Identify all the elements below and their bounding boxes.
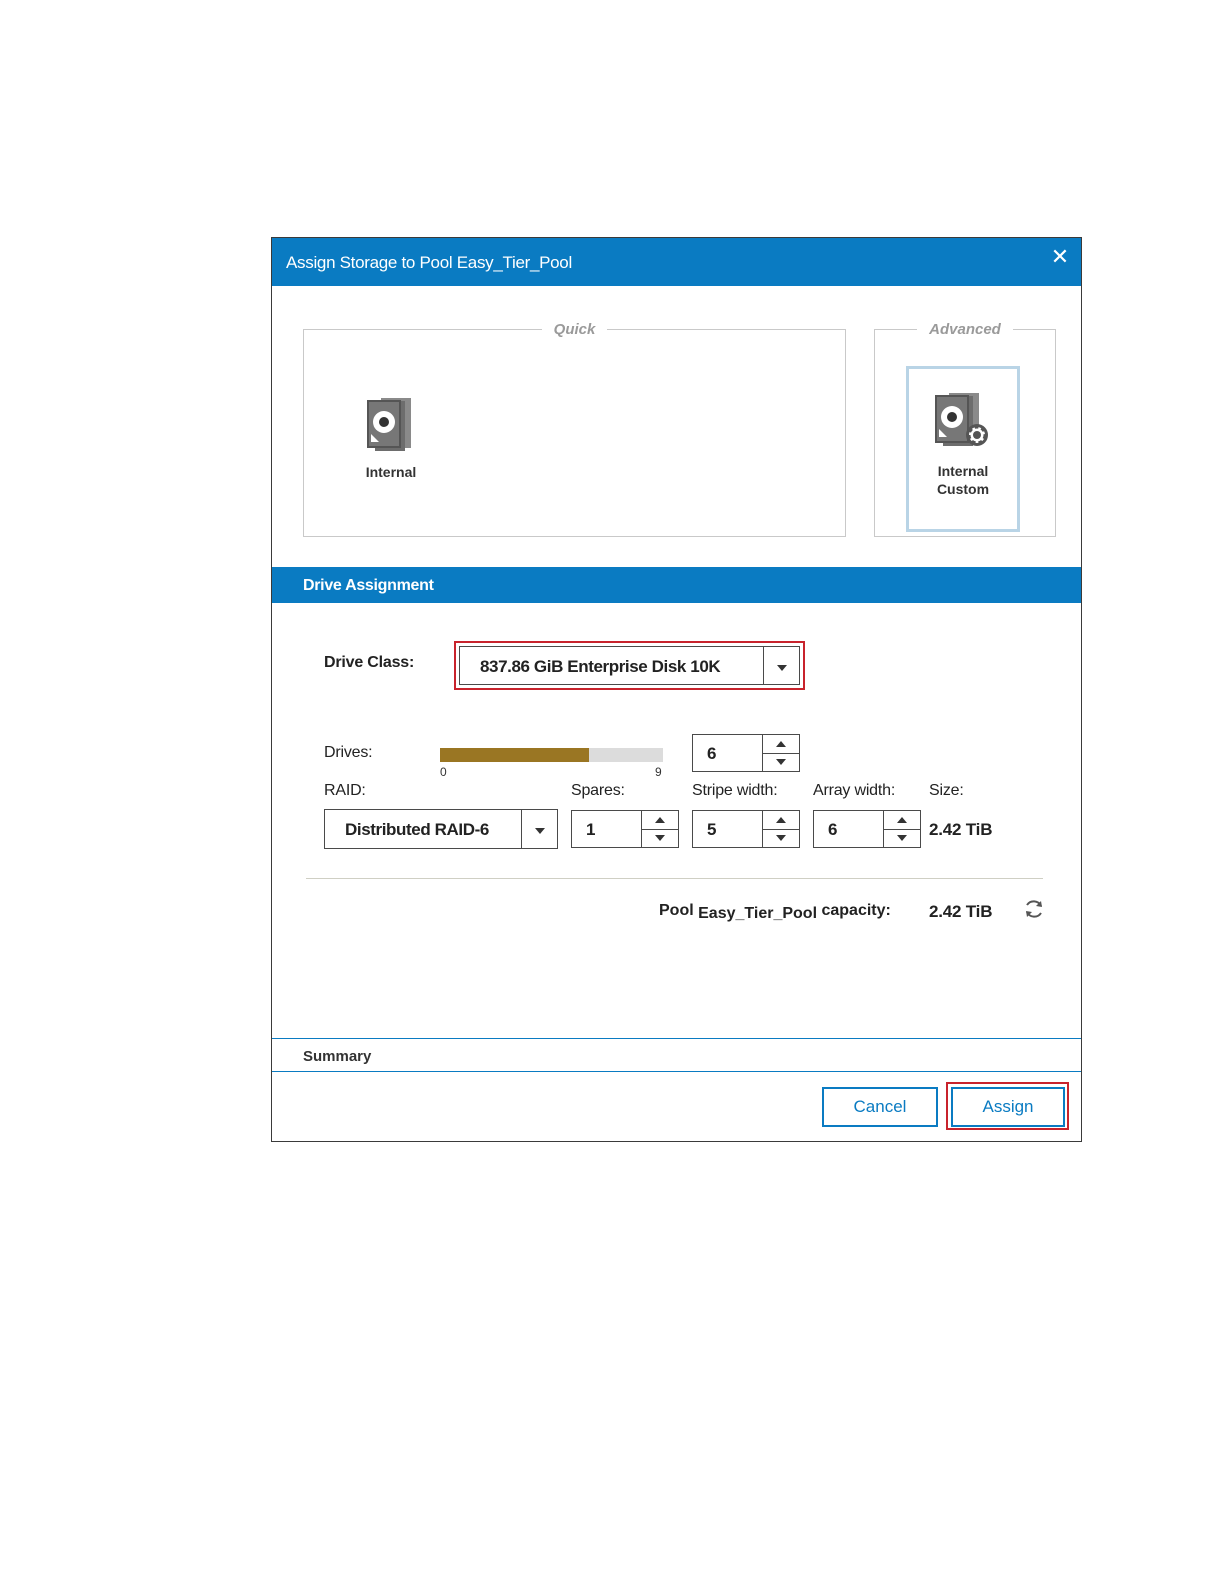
array-width-stepper[interactable]: 6 [813,810,921,848]
assign-storage-dialog: Assign Storage to Pool Easy_Tier_Pool ✕ … [271,237,1082,1142]
size-value: 2.42 TiB [929,820,993,839]
capacity-label-pre: Pool [659,902,694,919]
increment-icon[interactable] [642,811,678,830]
summary-bar[interactable]: Summary [272,1038,1081,1072]
custom-label-line1: Internal [937,463,989,479]
internal-label: Internal [365,464,417,480]
assign-button[interactable]: Assign [951,1087,1065,1127]
stripe-width-stepper-buttons [762,811,799,847]
array-width-value: 6 [828,820,838,839]
decrement-icon[interactable] [763,753,799,771]
close-icon[interactable]: ✕ [1049,246,1071,268]
drive-class-value: 837.86 GiB Enterprise Disk 10K [480,657,721,676]
drive-class-select[interactable]: 837.86 GiB Enterprise Disk 10K [459,646,800,685]
stripe-width-label: Stripe width: [692,782,778,799]
chevron-down-icon[interactable] [521,810,557,848]
drives-stepper[interactable]: 6 [692,734,800,772]
drives-slider-fill [440,748,590,762]
stripe-width-value: 5 [707,820,717,839]
drive-assignment-title: Drive Assignment [303,577,434,594]
decrement-icon[interactable] [642,829,678,847]
spares-value: 1 [586,820,596,839]
spares-stepper-buttons [641,811,678,847]
increment-icon[interactable] [763,735,799,754]
drive-assignment-header: Drive Assignment [272,567,1081,603]
drive-class-label: Drive Class: [324,654,415,671]
raid-select[interactable]: Distributed RAID-6 [324,809,558,849]
raid-value: Distributed RAID-6 [345,820,489,839]
increment-icon[interactable] [763,811,799,830]
array-width-stepper-buttons [883,811,920,847]
array-width-label: Array width: [813,782,896,799]
drives-label: Drives: [324,744,373,761]
advanced-legend: Advanced [929,321,1001,338]
size-label: Size: [929,782,964,799]
pool-capacity-value: 2.42 TiB [929,902,993,921]
capacity-pool-name: Easy_Tier_Pool [698,905,818,922]
advanced-group: Advanced Internal Custom [874,321,1056,537]
summary-label: Summary [303,1048,372,1065]
cancel-button[interactable]: Cancel [822,1087,938,1127]
capacity-label-post: capacity: [821,902,891,919]
quick-legend: Quick [553,321,596,338]
decrement-icon[interactable] [884,829,920,847]
disk-gear-icon [935,393,988,446]
dialog-titlebar: Assign Storage to Pool Easy_Tier_Pool ✕ [272,238,1081,286]
decrement-icon[interactable] [763,829,799,847]
pool-capacity-label: Pool Easy_Tier_Pool capacity: [659,902,891,922]
drives-slider-max: 9 [655,765,662,779]
increment-icon[interactable] [884,811,920,830]
custom-label-line2: Custom [936,481,990,497]
disk-stack-icon [367,398,411,451]
internal-tile[interactable]: Internal [341,396,441,481]
divider [306,878,1043,879]
drives-value: 6 [707,744,717,763]
quick-group: Quick Internal [303,321,846,537]
drives-slider[interactable] [440,748,663,762]
refresh-icon[interactable] [1023,898,1045,920]
raid-label: RAID: [324,782,366,799]
spares-label: Spares: [571,782,625,799]
stripe-width-stepper[interactable]: 5 [692,810,800,848]
spares-stepper[interactable]: 1 [571,810,679,848]
drives-slider-min: 0 [440,765,447,779]
internal-custom-tile[interactable]: Internal Custom [906,366,1020,532]
drives-stepper-buttons [762,735,799,771]
dialog-title: Assign Storage to Pool Easy_Tier_Pool [286,253,572,272]
chevron-down-icon[interactable] [763,647,799,684]
